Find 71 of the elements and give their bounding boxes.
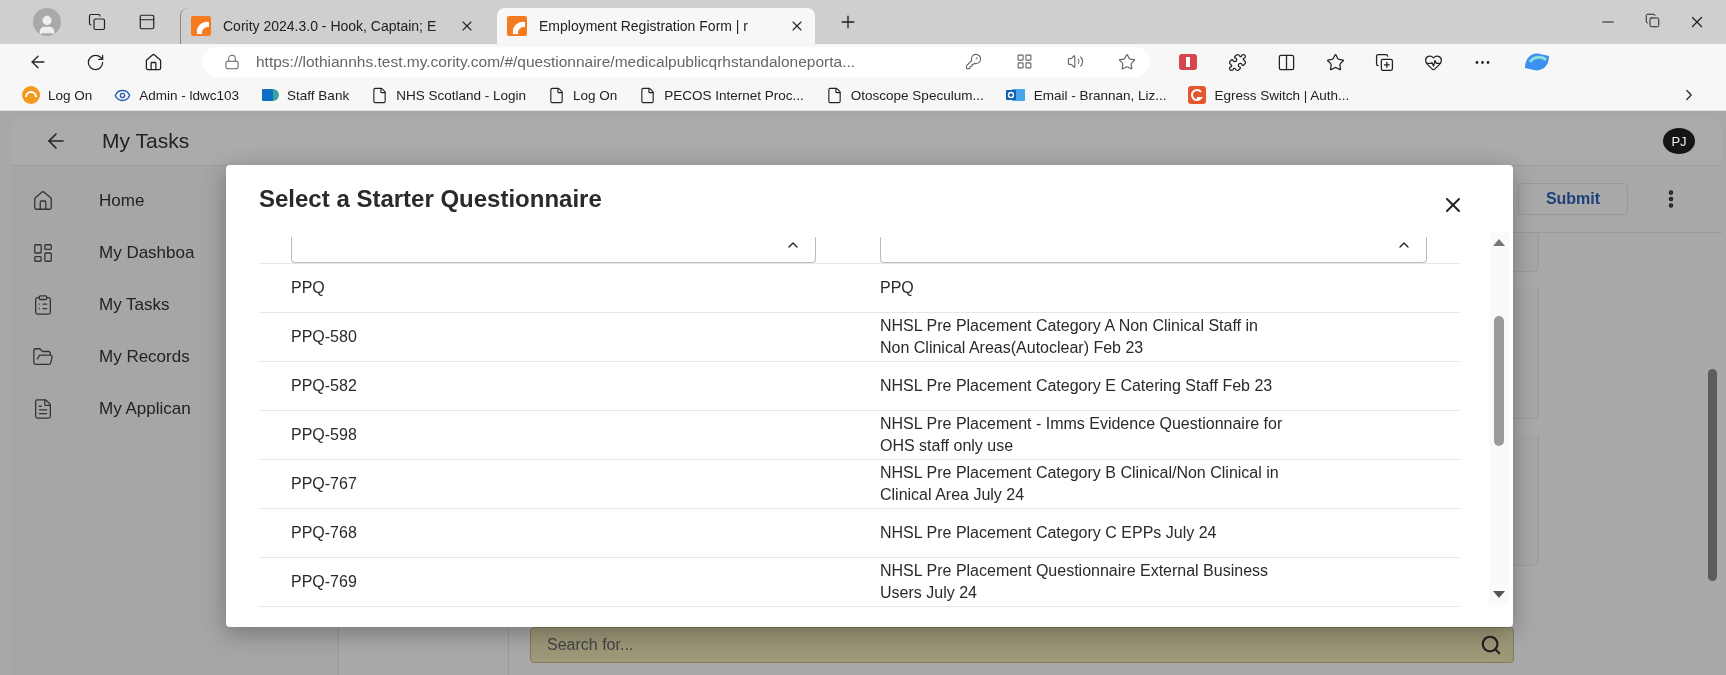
- favorites-icon[interactable]: [1326, 52, 1345, 72]
- logo-icon: [507, 16, 527, 36]
- page-icon: [639, 86, 657, 104]
- workspaces-icon[interactable]: [88, 13, 106, 31]
- extension-icon[interactable]: [1178, 53, 1198, 71]
- lock-icon: [224, 54, 240, 70]
- sidebar-item[interactable]: Home: [99, 191, 145, 211]
- home-icon: [32, 190, 54, 212]
- bookmark-link[interactable]: Log On: [572, 87, 618, 103]
- table-cell-text: PPQ: [880, 278, 915, 298]
- table-cell-text: PPQ-769: [291, 572, 358, 592]
- bookmark-link[interactable]: Admin - ldwc103: [139, 87, 240, 103]
- health-icon[interactable]: [1424, 52, 1443, 72]
- read-aloud-icon[interactable]: [1067, 53, 1084, 70]
- sidebar-item[interactable]: My Records: [99, 347, 190, 367]
- page-icon: [825, 86, 843, 104]
- home-icon[interactable]: [144, 52, 163, 72]
- scrollbar-thumb[interactable]: [1707, 369, 1717, 581]
- bookmark-link[interactable]: NHS Scotland - Login: [396, 87, 526, 103]
- dashboard-icon: [32, 242, 54, 264]
- split-screen-icon[interactable]: [1277, 52, 1296, 72]
- collections-icon[interactable]: [1375, 52, 1394, 72]
- bookmark-link[interactable]: Otoscope Speculum...: [850, 87, 984, 103]
- search-field[interactable]: Search for...: [530, 627, 1514, 663]
- browser-tab[interactable]: Employment Registration Form | r: [497, 8, 815, 44]
- page-icon: [371, 86, 389, 104]
- clipboard-icon: [32, 294, 54, 316]
- filter-field[interactable]: [291, 237, 816, 263]
- logo-icon: [22, 86, 40, 104]
- table-cell-text: NHSL Pre Placement Category B Clinical/Non Clinical in Clinical Area July 24: [880, 463, 1280, 505]
- bookmark-link[interactable]: Log On: [48, 87, 93, 103]
- sidebar-item[interactable]: My Dashboa: [99, 243, 195, 263]
- dialog-title: Select a Starter Questionnaire: [259, 184, 602, 213]
- table-cell-text: PPQ: [291, 278, 326, 298]
- table-cell-text: NHSL Pre Placement Category E Catering Staff Feb 23: [880, 376, 1274, 396]
- page-icon: [547, 86, 565, 104]
- scrollbar-thumb[interactable]: [1494, 315, 1504, 446]
- star-icon[interactable]: [1118, 53, 1136, 71]
- folder-icon: [32, 346, 54, 368]
- app-add-icon[interactable]: [1016, 53, 1033, 70]
- search-icon[interactable]: [1480, 634, 1502, 656]
- user-avatar[interactable]: PJ: [1663, 128, 1695, 154]
- sidebar-item[interactable]: My Tasks: [99, 295, 170, 315]
- submit-button[interactable]: Submit: [1518, 183, 1628, 215]
- page-title: My Tasks: [102, 129, 190, 153]
- mail-icon: [1005, 87, 1026, 103]
- refresh-icon[interactable]: [86, 52, 105, 72]
- bookmark-link[interactable]: Email - Brannan, Liz...: [1033, 87, 1167, 103]
- bookmark-link[interactable]: Staff Bank: [287, 87, 350, 103]
- table-cell-text: PPQ-582: [291, 376, 358, 396]
- table-cell-text: PPQ-580: [291, 327, 358, 347]
- table-cell-text: PPQ-767: [291, 474, 358, 494]
- puzzle-icon[interactable]: [1228, 52, 1247, 72]
- table-cell-text: NHSL Pre Placement Category A Non Clinical Staff in Non Clinical Areas(Autoclear) Feb 23: [880, 316, 1259, 358]
- document-icon: [32, 398, 54, 420]
- table-cell-text: NHSL Pre Placement Questionnaire External Business Users July 24: [880, 561, 1270, 603]
- table-cell-text: PPQ-768: [291, 523, 358, 543]
- table-cell-text: NHSL Pre Placement Category C EPPs July 24: [880, 523, 1218, 543]
- table-cell-text: PPQ-598: [291, 425, 358, 445]
- key-icon[interactable]: [965, 53, 982, 70]
- bookmark-link[interactable]: Egress Switch | Auth...: [1214, 87, 1350, 103]
- bookmark-link[interactable]: PECOS Internet Proc...: [664, 87, 804, 103]
- scroll-down-icon[interactable]: [1493, 591, 1505, 599]
- tab-actions-icon[interactable]: [138, 13, 156, 31]
- scroll-up-icon[interactable]: [1493, 238, 1505, 246]
- sidebar-item[interactable]: My Applican: [99, 399, 191, 419]
- table-cell-text: NHSL Pre Placement - Imms Evidence Questionnaire for OHS staff only use: [880, 414, 1284, 456]
- logo-icon: [191, 16, 211, 36]
- restore-icon[interactable]: [1645, 13, 1660, 28]
- filter-field[interactable]: [880, 237, 1427, 263]
- address-bar[interactable]: https://lothiannhs.test.my.cority.com/#/questionnaire/medicalpublicqrhstandaloneporta...: [202, 47, 1150, 77]
